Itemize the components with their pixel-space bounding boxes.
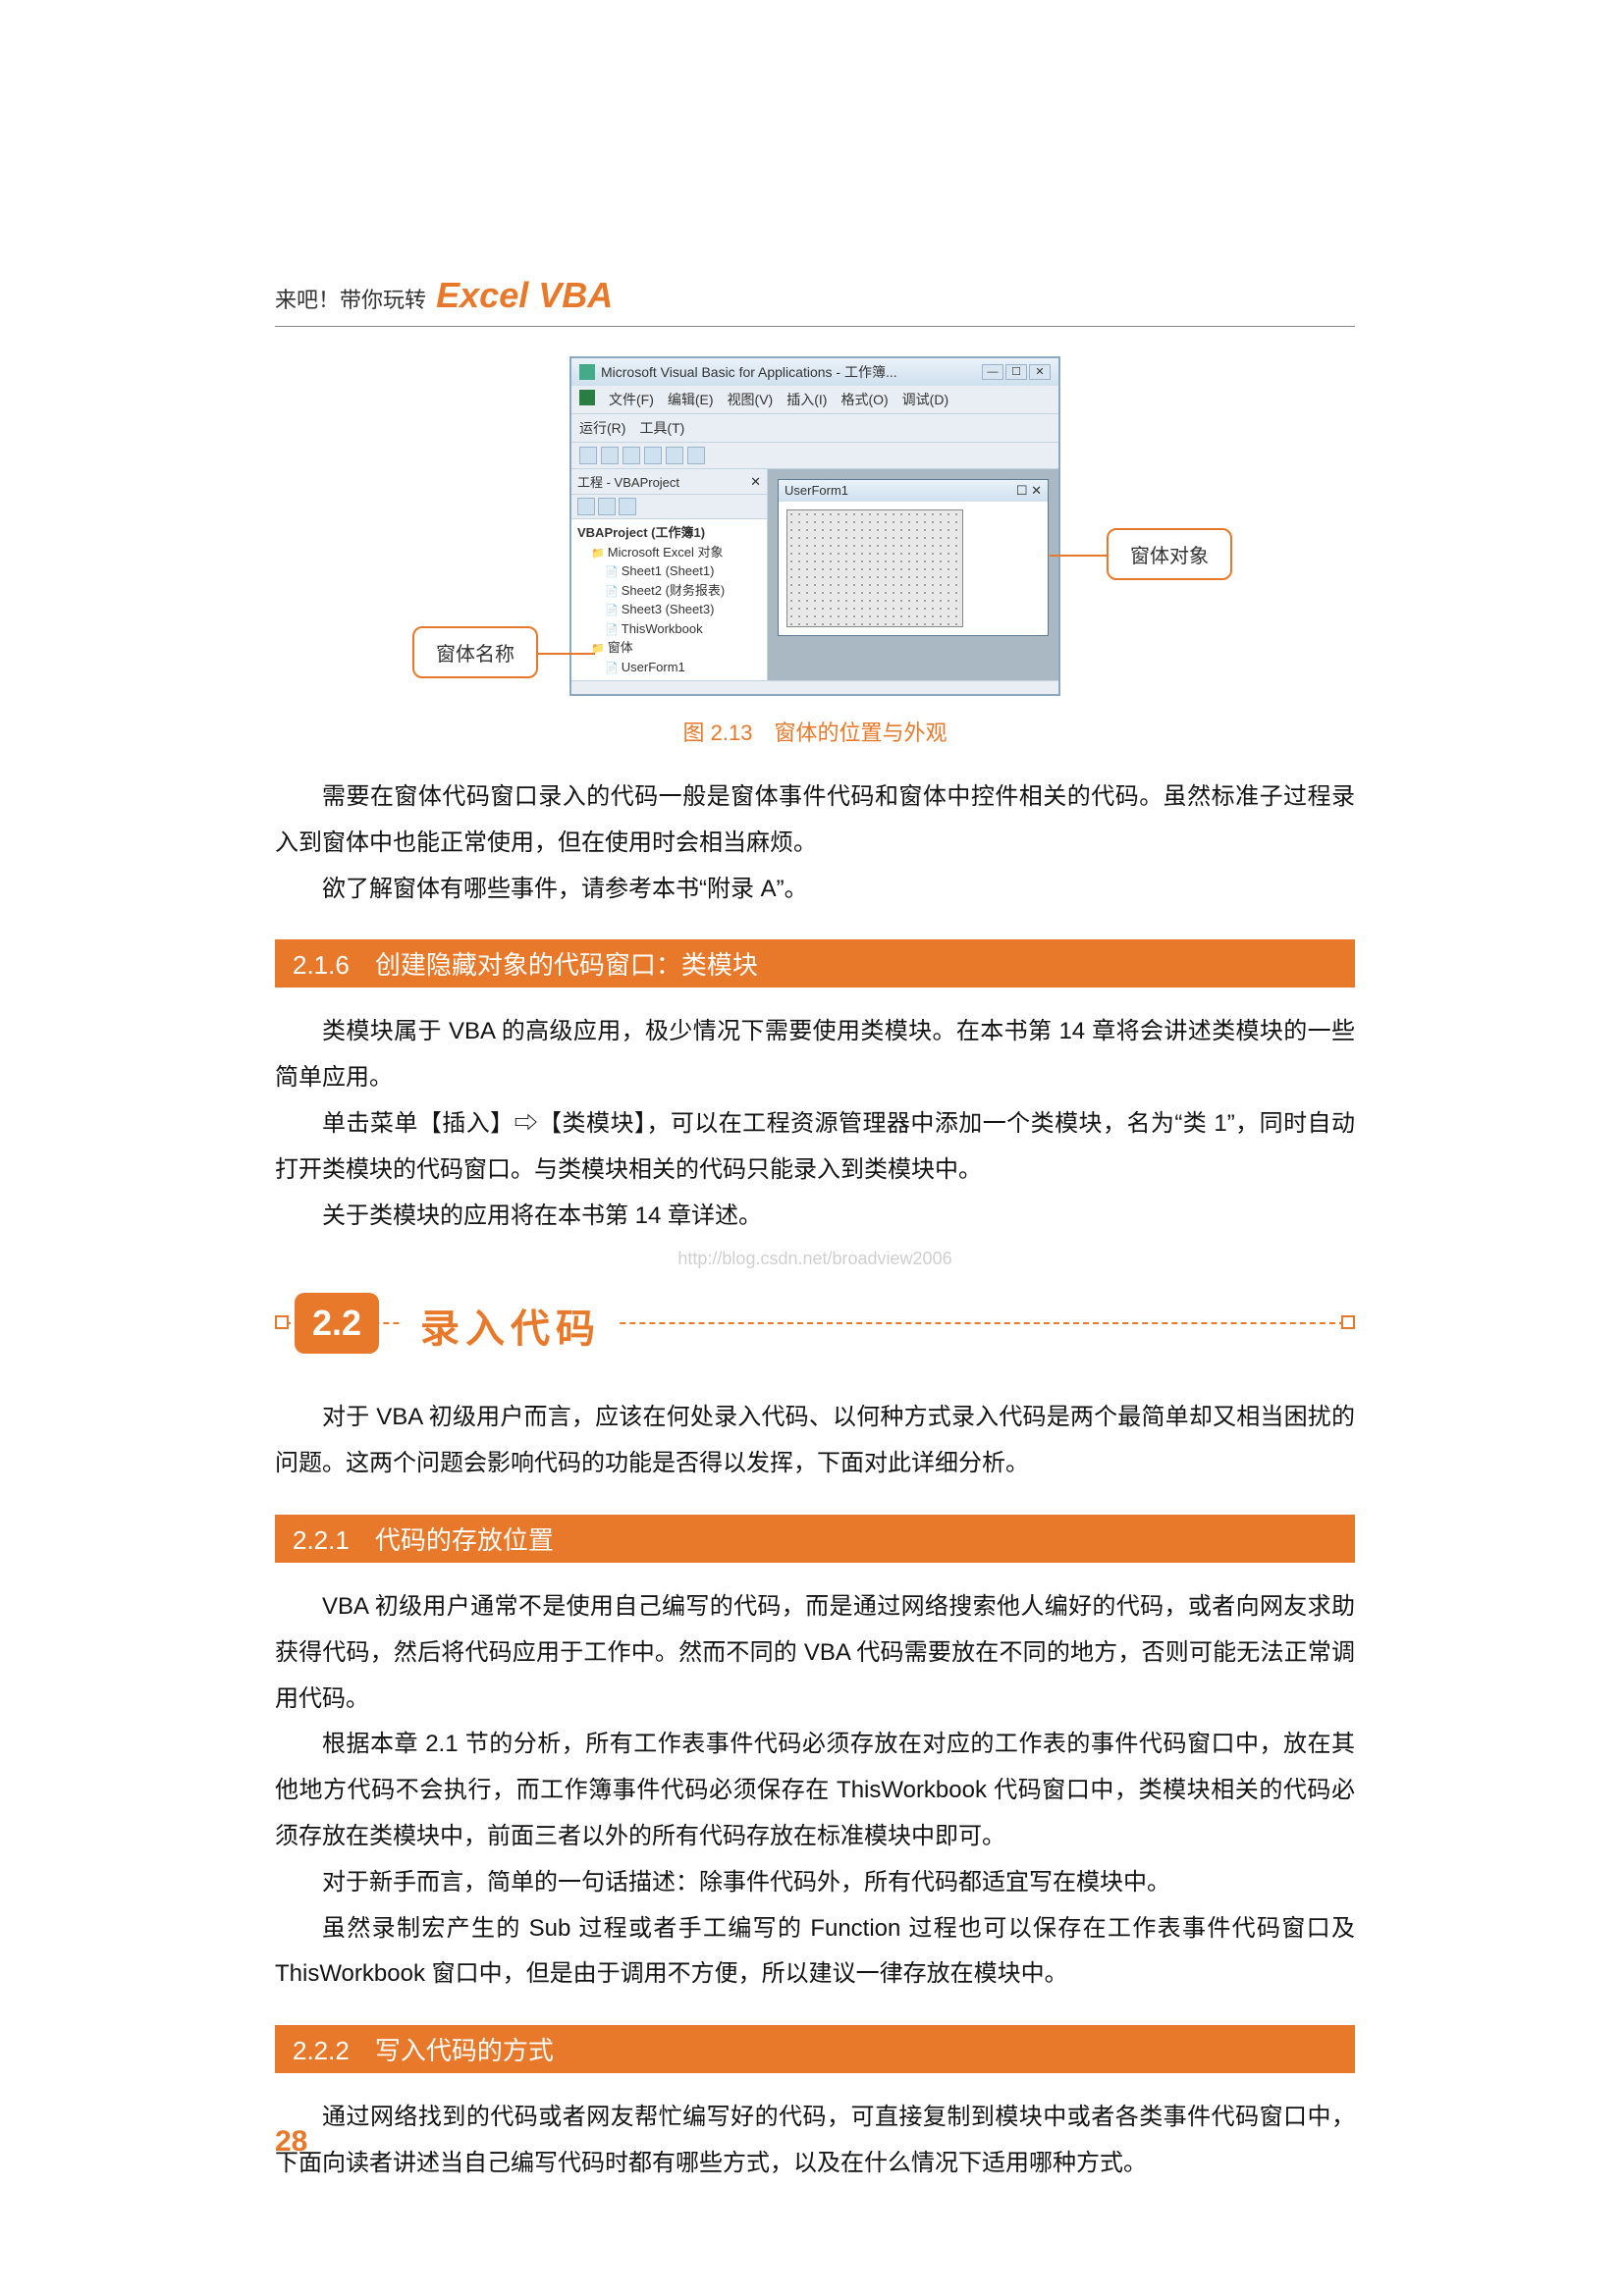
- ide-screenshot: Microsoft Visual Basic for Applications …: [550, 356, 1080, 696]
- ide-menu-bar-2: 运行(R) 工具(T): [571, 414, 1058, 443]
- menu-file: 文件(F): [609, 390, 654, 409]
- tree-forms-folder: 窗体: [577, 638, 761, 658]
- menu-view: 视图(V): [728, 390, 774, 409]
- tree-sheet: Sheet2 (财务报表): [577, 581, 761, 601]
- header-prefix: 来吧！带你玩转: [275, 288, 426, 312]
- form-window-controls: ☐ ✕: [1016, 483, 1042, 499]
- callout-pointer-icon: [1050, 555, 1109, 557]
- section-title: 代码的存放位置: [375, 1521, 554, 1557]
- vba-app-icon: [579, 364, 595, 380]
- menu-debug: 调试(D): [902, 390, 948, 409]
- toolbar-icon: [601, 447, 619, 464]
- callout-form-object-text: 窗体对象: [1130, 546, 1209, 567]
- tree-excel-objects: Microsoft Excel 对象: [577, 543, 761, 562]
- userform-canvas: [786, 509, 963, 627]
- project-tb-icon: [598, 498, 616, 515]
- toolbar-icon: [687, 447, 705, 464]
- section-heading-216: 2.1.6 创建隐藏对象的代码窗口：类模块: [275, 939, 1355, 988]
- tree-sheet: Sheet3 (Sheet3): [577, 600, 761, 619]
- paragraph-block: 通过网络找到的代码或者网友帮忙编写好的代码，可直接复制到模块中或者各类事件代码窗…: [275, 2095, 1355, 2187]
- menu-run: 运行(R): [579, 418, 625, 438]
- toolbar-icon: [666, 447, 683, 464]
- section-number: 2.1.6: [293, 950, 350, 981]
- tree-thisworkbook: ThisWorkbook: [577, 619, 761, 639]
- pane-close-icon: ✕: [750, 474, 761, 490]
- toolbar-icon: [644, 447, 662, 464]
- book-series-header: 来吧！带你玩转 Excel VBA: [275, 275, 1355, 316]
- menu-format: 格式(O): [840, 390, 888, 409]
- paragraph-block: 需要在窗体代码窗口录入的代码一般是窗体事件代码和窗体中控件相关的代码。虽然标准子…: [275, 774, 1355, 912]
- userform-window-title: UserForm1: [785, 483, 848, 499]
- project-tree: VBAProject (工作簿1) Microsoft Excel 对象 She…: [571, 519, 767, 680]
- paragraph: 虽然录制宏产生的 Sub 过程或者手工编写的 Function 过程也可以保存在…: [275, 1906, 1355, 1999]
- toolbar-icon: [623, 447, 640, 464]
- ide-menu-bar: 文件(F) 编辑(E) 视图(V) 插入(I) 格式(O) 调试(D): [571, 386, 1058, 414]
- paragraph-block: 类模块属于 VBA 的高级应用，极少情况下需要使用类模块。在本书第 14 章将会…: [275, 1009, 1355, 1239]
- paragraph: 根据本章 2.1 节的分析，所有工作表事件代码必须存放在对应的工作表的事件代码窗…: [275, 1722, 1355, 1859]
- callout-pointer-icon: [536, 653, 595, 655]
- callout-form-name-text: 窗体名称: [436, 644, 514, 666]
- paragraph: VBA 初级用户通常不是使用自己编写的代码，而是通过网络搜索他人编好的代码，或者…: [275, 1584, 1355, 1722]
- paragraph: 对于新手而言，简单的一句话描述：除事件代码外，所有代码都适宜写在模块中。: [275, 1860, 1355, 1906]
- paragraph: 对于 VBA 初级用户而言，应该在何处录入代码、以何种方式录入代码是两个最简单却…: [275, 1395, 1355, 1487]
- tree-userform: UserForm1: [577, 658, 761, 677]
- header-rule: [275, 326, 1355, 327]
- tree-sheet: Sheet1 (Sheet1): [577, 561, 761, 581]
- ide-status-bar: [571, 680, 1058, 694]
- callout-form-object: 窗体对象: [1107, 528, 1232, 580]
- paragraph: 通过网络找到的代码或者网友帮忙编写好的代码，可直接复制到模块中或者各类事件代码窗…: [275, 2095, 1355, 2187]
- section-title: 写入代码的方式: [375, 2031, 554, 2067]
- page-number: 28: [275, 2125, 307, 2159]
- chapter-heading-22: 2.2 录入代码: [275, 1293, 1355, 1356]
- chapter-number-badge: 2.2: [295, 1293, 379, 1354]
- menu-tools: 工具(T): [639, 418, 684, 438]
- excel-app-icon: [579, 390, 595, 405]
- ide-title-bar: Microsoft Visual Basic for Applications …: [571, 358, 1058, 386]
- chapter-endcap-icon: [275, 1315, 289, 1329]
- close-icon: ✕: [1029, 364, 1051, 380]
- paragraph-block: 对于 VBA 初级用户而言，应该在何处录入代码、以何种方式录入代码是两个最简单却…: [275, 1395, 1355, 1487]
- section-number: 2.2.2: [293, 2036, 350, 2066]
- paragraph: 单击菜单【插入】⇨【类模块】，可以在工程资源管理器中添加一个类模块，名为“类 1…: [275, 1101, 1355, 1194]
- project-tb-icon: [577, 498, 595, 515]
- menu-edit: 编辑(E): [668, 390, 714, 409]
- project-tb-icon: [619, 498, 636, 515]
- watermark-url: http://blog.csdn.net/broadview2006: [275, 1249, 1355, 1269]
- section-title: 创建隐藏对象的代码窗口：类模块: [375, 945, 758, 982]
- section-number: 2.2.1: [293, 1525, 350, 1556]
- toolbar-icon: [579, 447, 597, 464]
- paragraph: 需要在窗体代码窗口录入的代码一般是窗体事件代码和窗体中控件相关的代码。虽然标准子…: [275, 774, 1355, 867]
- project-pane-title: 工程 - VBAProject: [577, 472, 679, 491]
- project-explorer: 工程 - VBAProject ✕ VBAProject (工作簿1) Micr…: [571, 469, 768, 680]
- ide-title-text: Microsoft Visual Basic for Applications …: [601, 362, 897, 382]
- menu-insert: 插入(I): [786, 390, 827, 409]
- tree-root: VBAProject (工作簿1): [577, 523, 761, 543]
- section-heading-222: 2.2.2 写入代码的方式: [275, 2025, 1355, 2073]
- maximize-icon: ☐: [1005, 364, 1027, 380]
- paragraph: 类模块属于 VBA 的高级应用，极少情况下需要使用类模块。在本书第 14 章将会…: [275, 1009, 1355, 1101]
- ide-toolbar: [571, 443, 1058, 469]
- form-designer-area: UserForm1 ☐ ✕: [768, 469, 1058, 680]
- figure-caption: 图 2.13 窗体的位置与外观: [275, 716, 1355, 747]
- section-heading-221: 2.2.1 代码的存放位置: [275, 1515, 1355, 1563]
- minimize-icon: —: [982, 364, 1003, 380]
- header-brand: Excel VBA: [436, 275, 613, 315]
- callout-form-name: 窗体名称: [412, 626, 538, 678]
- chapter-endcap-icon: [1341, 1315, 1355, 1329]
- paragraph-block: VBA 初级用户通常不是使用自己编写的代码，而是通过网络搜索他人编好的代码，或者…: [275, 1584, 1355, 1998]
- chapter-title-text: 录入代码: [403, 1297, 619, 1354]
- paragraph: 欲了解窗体有哪些事件，请参考本书“附录 A”。: [275, 867, 1355, 913]
- paragraph: 关于类模块的应用将在本书第 14 章详述。: [275, 1194, 1355, 1240]
